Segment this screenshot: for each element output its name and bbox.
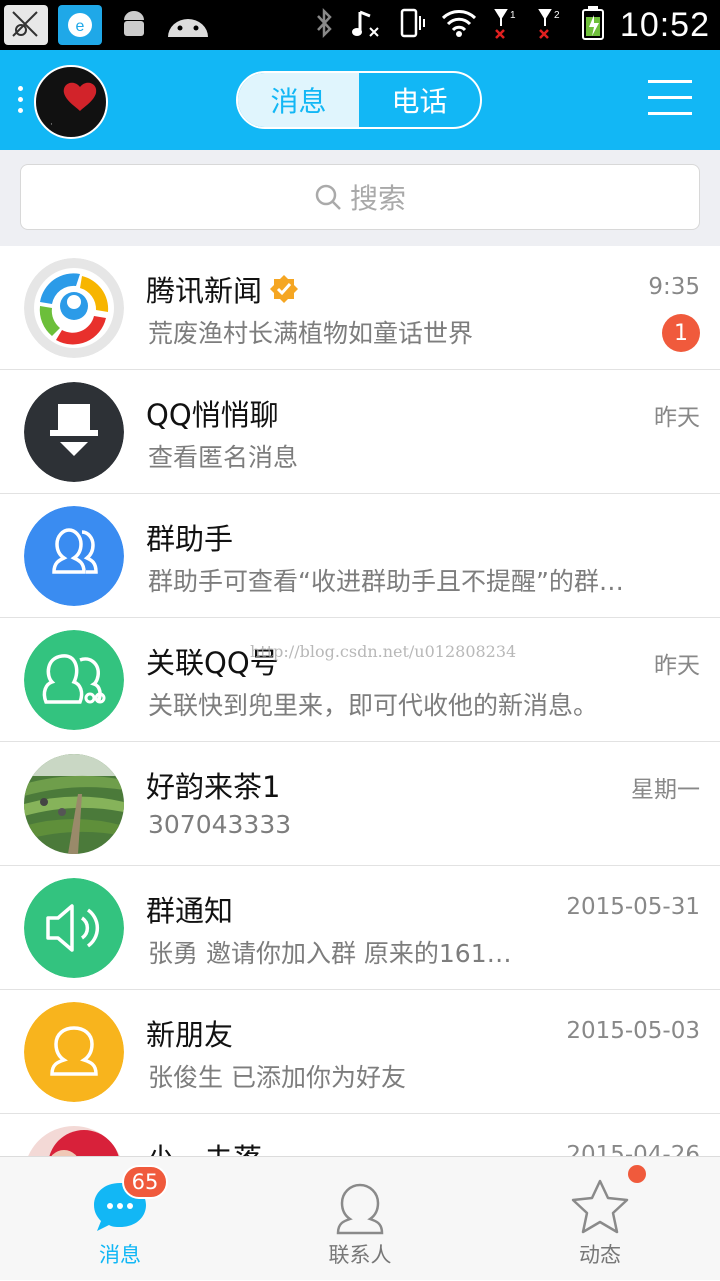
search-area: 搜索: [0, 150, 720, 246]
user-photo: [24, 1126, 124, 1156]
speaker-icon: [24, 878, 124, 978]
conversation-time: 2015-04-26: [566, 1142, 700, 1156]
search-icon: [315, 184, 341, 210]
conversation-preview: 307043333: [148, 810, 292, 839]
nav-label: 联系人: [328, 1243, 392, 1267]
conversation-name: 好韵来茶1: [146, 770, 281, 804]
battery-charging-icon: [580, 5, 606, 45]
conversation-time: 2015-05-03: [566, 1018, 700, 1044]
conversation-time: 2015-05-31: [566, 894, 700, 920]
conversation-preview: 查看匿名消息: [148, 443, 299, 472]
no-sim-app-icon: [4, 5, 48, 45]
conversation-preview: 张勇 邀请你加入群 原来的161…: [148, 939, 512, 968]
conversation-list: 腾讯新闻 9:35 荒废渔村长满植物如童话世界 1 QQ悄悄聊 昨天 查看匿名消…: [0, 246, 720, 1156]
music-muted-icon: [350, 6, 382, 44]
conversation-name: 新朋友: [146, 1018, 234, 1052]
star-icon: [571, 1179, 629, 1234]
vibrate-icon: [396, 6, 426, 44]
conversation-name: 群助手: [146, 522, 234, 556]
conversation-time: 星期一: [631, 777, 700, 803]
svg-text:2: 2: [554, 10, 560, 21]
conversation-time: 9:35: [648, 274, 700, 300]
drawer-indicator-icon[interactable]: [18, 86, 24, 116]
conversation-row[interactable]: 关联QQ号 昨天 关联快到兜里来，即可代收他的新消息。: [0, 618, 720, 742]
android-debug-icon: [112, 5, 156, 45]
svg-text:e: e: [76, 18, 85, 35]
title-bar: · 消息 电话: [0, 50, 720, 150]
clock: 10:52: [619, 5, 710, 44]
bluetooth-icon: [312, 7, 336, 43]
conversation-preview: 张俊生 已添加你为好友: [148, 1063, 406, 1092]
sim2-no-signal-icon: 2: [536, 6, 566, 44]
conversation-name: 尐、未落: [146, 1136, 262, 1156]
conversation-time: 昨天: [654, 405, 700, 431]
nav-label: 消息: [99, 1243, 141, 1267]
nav-contacts[interactable]: 联系人: [240, 1157, 480, 1281]
conversation-row[interactable]: 尐、未落 2015-04-26: [0, 1114, 720, 1156]
tab-messages[interactable]: 消息: [238, 73, 359, 127]
unread-count-badge: 65: [122, 1165, 168, 1199]
unread-badge: 1: [662, 314, 700, 352]
conversation-name: 群通知: [146, 894, 234, 928]
sim1-no-signal-icon: 1: [492, 6, 522, 44]
new-friend-icon: [24, 1002, 124, 1102]
verified-badge-icon: [270, 275, 299, 303]
new-activity-dot: [628, 1165, 646, 1183]
menu-icon[interactable]: [648, 80, 692, 120]
conversation-row[interactable]: 腾讯新闻 9:35 荒废渔村长满植物如童话世界 1: [0, 246, 720, 370]
message-phone-toggle: 消息 电话: [236, 71, 482, 129]
tea-field-photo: [24, 754, 124, 854]
conversation-time: 昨天: [654, 653, 700, 679]
conversation-row[interactable]: 群通知 2015-05-31 张勇 邀请你加入群 原来的161…: [0, 866, 720, 990]
nav-messages[interactable]: 65 消息: [0, 1157, 240, 1281]
status-bar: e 1 2 10:52: [0, 0, 720, 50]
conversation-row[interactable]: QQ悄悄聊 昨天 查看匿名消息: [0, 370, 720, 494]
group-assistant-icon: [24, 506, 124, 606]
tab-phone[interactable]: 电话: [359, 73, 480, 127]
conversation-row[interactable]: 群助手 群助手可查看“收进群助手且不提醒”的群…: [0, 494, 720, 618]
contacts-icon: [336, 1183, 384, 1235]
conversation-name: QQ悄悄聊: [146, 398, 279, 432]
nav-label: 动态: [579, 1243, 621, 1267]
search-placeholder: 搜索: [349, 182, 406, 215]
conversation-name: 腾讯新闻: [146, 274, 263, 308]
linked-account-icon: [24, 630, 124, 730]
browser-app-icon: e: [58, 5, 102, 45]
android-head-icon: [166, 5, 210, 45]
svg-text:1: 1: [510, 10, 516, 21]
conversation-row[interactable]: 好韵来茶1 星期一 307043333: [0, 742, 720, 866]
incognito-hat-icon: [24, 382, 124, 482]
conversation-preview: 群助手可查看“收进群助手且不提醒”的群…: [148, 567, 624, 596]
conversation-row[interactable]: 新朋友 2015-05-03 张俊生 已添加你为好友: [0, 990, 720, 1114]
search-input[interactable]: 搜索: [20, 164, 700, 230]
tencent-news-icon: [24, 258, 124, 358]
conversation-preview: 关联快到兜里来，即可代收他的新消息。: [148, 691, 599, 720]
watermark: http://blog.csdn.net/u012808234: [250, 642, 517, 661]
conversation-preview: 荒废渔村长满植物如童话世界: [148, 319, 474, 348]
svg-text:·: ·: [50, 120, 53, 130]
wifi-icon: [440, 8, 478, 42]
my-avatar[interactable]: ·: [34, 65, 108, 139]
nav-feed[interactable]: 动态: [480, 1157, 720, 1281]
bottom-nav: 65 消息 联系人 动态: [0, 1156, 720, 1280]
